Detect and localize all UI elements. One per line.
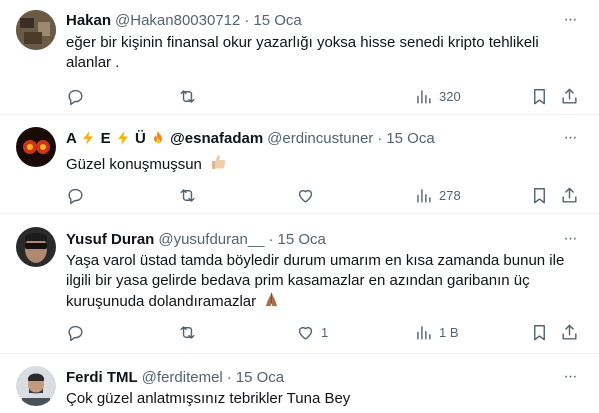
bookmark-icon	[534, 187, 545, 203]
reply-button[interactable]	[66, 86, 85, 106]
fire-icon	[154, 130, 162, 143]
retweet-button[interactable]	[178, 322, 197, 342]
retweet-icon	[180, 188, 195, 202]
lightning-icon	[83, 130, 94, 145]
separator-dot: ·	[268, 230, 274, 248]
display-name[interactable]: A E Ü @esnafadam	[66, 130, 263, 147]
share-icon	[562, 88, 577, 104]
tweet-date[interactable]: 15 Oca	[253, 12, 301, 29]
reply-button[interactable]	[66, 322, 85, 342]
tweet-text: Yaşa varol üstad tamda böyledir durum um…	[66, 252, 565, 310]
avatar-image	[16, 366, 56, 406]
name-part: A	[66, 129, 77, 147]
avatar[interactable]	[16, 366, 56, 406]
retweet-button[interactable]	[178, 185, 197, 205]
avatar-image	[16, 10, 56, 50]
display-name[interactable]: Hakan	[66, 12, 111, 29]
reply-icon	[68, 325, 83, 341]
avatar-image	[16, 227, 56, 267]
bookmark-button[interactable]	[530, 86, 549, 106]
name-part: @esnafadam	[170, 129, 264, 147]
retweet-icon	[180, 89, 195, 103]
more-icon[interactable]: ···	[561, 230, 579, 248]
tweet-date[interactable]: 15 Oca	[386, 130, 434, 147]
views-icon	[417, 325, 431, 340]
tweet-date[interactable]: 15 Oca	[236, 369, 284, 386]
like-button[interactable]	[296, 185, 315, 205]
retweet-icon	[180, 325, 195, 339]
name-part: Ü	[134, 129, 146, 147]
tweet-header: Yusuf Duran @yusufduran__ · 15 Oca	[66, 229, 326, 249]
tweet-header: A E Ü @esnafadam @erdincustuner · 15 Oca	[66, 128, 435, 148]
views-button[interactable]: 278	[414, 185, 461, 205]
like-button[interactable]: 1	[296, 322, 328, 342]
avatar-image	[16, 127, 56, 167]
user-handle[interactable]: @ferditemel	[142, 369, 223, 386]
views-count: 1 B	[439, 324, 459, 340]
views-count: 278	[439, 187, 461, 203]
tweet-actions: 1 1 B	[58, 322, 588, 342]
tweet[interactable]: Yusuf Duran @yusufduran__ · 15 Oca ··· Y…	[0, 214, 599, 354]
more-icon[interactable]: ···	[561, 368, 579, 386]
lightning-icon	[117, 130, 128, 145]
reply-icon	[68, 188, 83, 204]
tweet[interactable]: Ferdi TML @ferditemel · 15 Oca ··· Çok g…	[0, 354, 599, 413]
tweet[interactable]: A E Ü @esnafadam @erdincustuner · 15 Oca…	[0, 115, 599, 214]
views-button[interactable]: 320	[414, 86, 461, 106]
like-count: 1	[321, 324, 329, 340]
retweet-button[interactable]	[178, 86, 197, 106]
user-handle[interactable]: @yusufduran__	[158, 231, 264, 248]
display-name[interactable]: Ferdi TML	[66, 369, 138, 386]
bookmark-icon	[534, 324, 545, 340]
more-icon[interactable]: ···	[561, 129, 579, 147]
avatar[interactable]	[16, 10, 56, 50]
share-icon	[562, 324, 577, 340]
share-button[interactable]	[560, 86, 579, 106]
views-count: 320	[439, 88, 461, 104]
heart-icon	[298, 189, 313, 203]
more-icon[interactable]: ···	[561, 11, 579, 29]
bookmark-button[interactable]	[530, 185, 549, 205]
bookmark-icon	[534, 88, 545, 104]
tweet[interactable]: Hakan @Hakan80030712 · 15 Oca ··· eğer b…	[0, 0, 599, 115]
separator-dot: ·	[377, 129, 383, 147]
share-button[interactable]	[560, 322, 579, 342]
views-icon	[417, 89, 431, 104]
share-button[interactable]	[560, 185, 579, 205]
tweet-text-container: Yaşa varol üstad tamda böyledir durum um…	[66, 251, 591, 312]
avatar[interactable]	[16, 127, 56, 167]
thumbs-up-icon	[212, 155, 226, 169]
tweet-text: eğer bir kişinin finansal okur yazarlığı…	[66, 34, 539, 71]
tweet-header: Ferdi TML @ferditemel · 15 Oca	[66, 367, 284, 387]
tweet-text-container: Güzel konuşmuşsun	[66, 153, 586, 175]
reply-button[interactable]	[66, 185, 85, 205]
bookmark-button[interactable]	[530, 322, 549, 342]
user-handle[interactable]: @Hakan80030712	[115, 12, 240, 29]
share-icon	[562, 187, 577, 203]
heart-icon	[298, 326, 313, 340]
reply-icon	[68, 89, 83, 105]
tweet-header: Hakan @Hakan80030712 · 15 Oca	[66, 10, 302, 30]
tweet-actions: 320	[58, 86, 588, 106]
user-handle[interactable]: @erdincustuner	[267, 130, 373, 147]
name-part: E	[100, 129, 111, 147]
tweet-text: Çok güzel anlatmışsınız tebrikler Tuna B…	[66, 390, 351, 407]
tweet-text: Güzel konuşmuşsun	[66, 156, 202, 173]
views-button[interactable]: 1 B	[414, 322, 459, 342]
display-name[interactable]: Yusuf Duran	[66, 231, 154, 248]
praying-hands-icon	[266, 292, 278, 307]
tweet-actions: 278	[58, 185, 588, 205]
tweet-date[interactable]: 15 Oca	[278, 231, 326, 248]
views-icon	[417, 188, 431, 203]
separator-dot: ·	[226, 368, 232, 386]
avatar[interactable]	[16, 227, 56, 267]
separator-dot: ·	[244, 11, 250, 29]
